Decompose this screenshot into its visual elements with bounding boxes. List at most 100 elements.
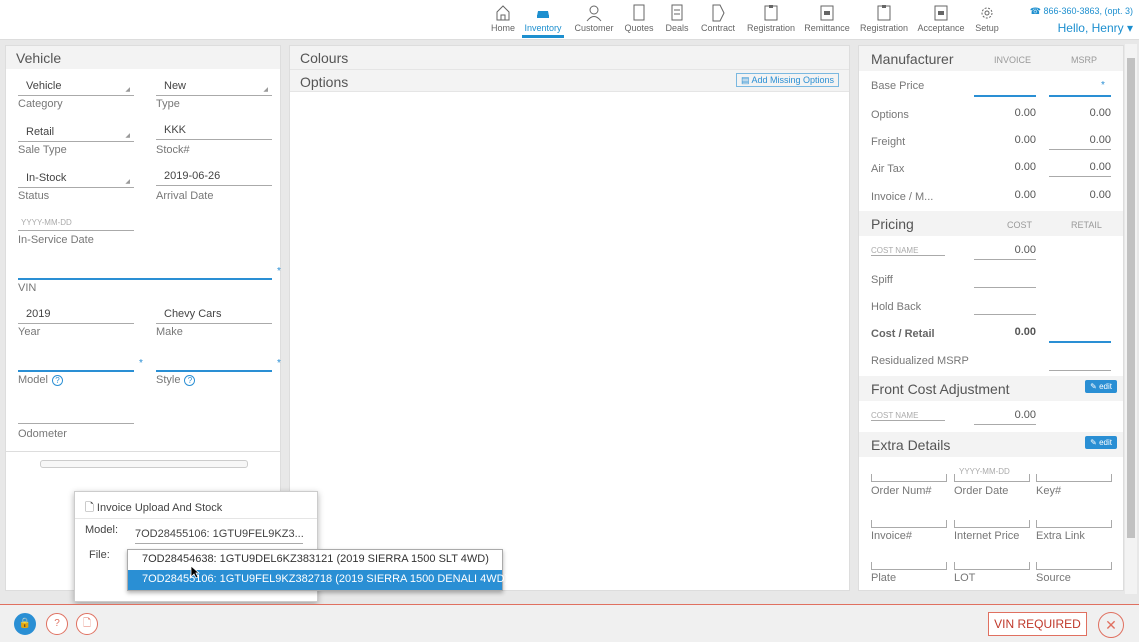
car-icon	[537, 11, 549, 18]
nav-registration-2[interactable]: Registration	[858, 2, 910, 38]
document-icon: 🗋	[82, 618, 92, 629]
base-price-row: Base Price *	[859, 72, 1123, 99]
help-button[interactable]: ?	[46, 613, 68, 635]
colours-title[interactable]: Colours	[290, 46, 849, 69]
base-price-msrp-input[interactable]	[1049, 90, 1111, 97]
help-icon[interactable]: ?	[51, 375, 63, 386]
customer-icon	[586, 5, 602, 22]
nav-contract[interactable]: Contract	[700, 2, 736, 38]
hold-back-input[interactable]	[974, 299, 1036, 315]
top-navigation-bar: Home Inventory Customer Quotes Deals Con…	[0, 0, 1139, 40]
stock-field[interactable]: KKK Stock#	[156, 124, 272, 156]
close-button[interactable]: ✕	[1098, 612, 1124, 638]
add-missing-options-button[interactable]: ▤ Add Missing Options	[735, 73, 839, 87]
plate-input[interactable]	[871, 562, 947, 570]
category-field[interactable]: Vehicle ◢ Category	[18, 80, 134, 110]
model-dropdown-list: 7OD28454638: 1GTU9DEL6KZ383121 (2019 SIE…	[127, 549, 508, 591]
scrollbar-thumb[interactable]	[1127, 58, 1135, 538]
retail-input[interactable]	[1049, 336, 1111, 343]
pricing-panel: Manufacturer INVOICE MSRP Base Price * O…	[858, 45, 1124, 591]
status-field[interactable]: In-Stock ◢ Status	[18, 172, 134, 202]
sale-type-field[interactable]: Retail ◢ Sale Type	[18, 126, 134, 156]
internet-price-input[interactable]	[954, 520, 1030, 528]
make-field[interactable]: Chevy Cars Make	[156, 308, 272, 338]
base-price-invoice-input[interactable]	[974, 90, 1036, 97]
in-service-date-field[interactable]: YYYY-MM-DD In-Service Date	[18, 218, 134, 246]
arrival-date-field[interactable]: 2019-06-26 Arrival Date	[156, 170, 272, 202]
nav-deals[interactable]: Deals	[664, 2, 690, 38]
manufacturer-header: Manufacturer INVOICE MSRP	[859, 46, 1123, 71]
nav-registration[interactable]: Registration	[745, 2, 797, 38]
extra-link-input[interactable]	[1036, 520, 1112, 528]
pencil-icon: ✎	[1090, 438, 1100, 447]
nav-setup[interactable]: Setup	[974, 2, 1000, 38]
registration-icon	[877, 5, 891, 21]
mouse-cursor-icon	[190, 565, 200, 579]
divider	[6, 451, 280, 452]
dropdown-arrow-icon: ◢	[125, 87, 130, 93]
dropdown-arrow-icon: ◢	[125, 133, 130, 139]
invoice-upload-button[interactable]: 🗋	[76, 613, 98, 635]
acceptance-icon	[934, 5, 948, 21]
close-icon: ✕	[1105, 617, 1117, 633]
model-field[interactable]: Model?	[18, 356, 134, 386]
residualized-input[interactable]	[1049, 361, 1111, 371]
cost-retail-row: Cost / Retail 0.00	[859, 320, 1123, 347]
help-icon[interactable]: ?	[184, 375, 196, 386]
nav-acceptance[interactable]: Acceptance	[916, 2, 966, 38]
required-marker: *	[277, 358, 281, 369]
lot-input[interactable]	[954, 562, 1030, 570]
contract-icon	[712, 4, 725, 22]
deals-icon	[671, 4, 683, 21]
front-cost-value-input[interactable]: 0.00	[974, 409, 1036, 425]
source-input[interactable]	[1036, 562, 1112, 570]
phone-number: ☎ 866-360-3863, (opt. 3)	[1029, 6, 1133, 16]
type-field[interactable]: New ◢ Type	[156, 80, 272, 110]
cost-value-input[interactable]: 0.00	[974, 244, 1036, 260]
user-menu[interactable]: Hello, Henry ▾	[1058, 21, 1133, 35]
document-icon: 🗋	[85, 502, 97, 514]
popup-title: 🗋 Invoice Upload And Stock	[85, 502, 223, 514]
remittance-icon	[820, 5, 834, 21]
dropdown-option-selected[interactable]: 7OD28455106: 1GTU9FEL9KZ382718 (2019 SIE…	[128, 570, 508, 590]
nav-customer[interactable]: Customer	[574, 2, 614, 38]
order-num-input[interactable]	[871, 474, 947, 482]
list-icon: ▤	[740, 75, 752, 85]
key-input[interactable]	[1036, 474, 1112, 482]
style-field[interactable]: Style?	[156, 356, 272, 386]
extra-details-edit-button[interactable]: ✎ edit	[1085, 436, 1117, 449]
invoice-num-input[interactable]	[871, 520, 947, 528]
dropdown-option[interactable]: 7OD28454638: 1GTU9DEL6KZ383121 (2019 SIE…	[128, 550, 502, 570]
order-date-input[interactable]	[954, 474, 1030, 482]
pencil-icon: ✎	[1090, 382, 1100, 391]
residualized-msrp-row: Residualized MSRP	[859, 347, 1123, 374]
nav-remittance[interactable]: Remittance	[804, 2, 850, 38]
nav-inventory[interactable]: Inventory	[522, 2, 564, 38]
year-field[interactable]: 2019 Year	[18, 308, 134, 338]
nav-home[interactable]: Home	[490, 2, 516, 38]
odometer-field[interactable]: Odometer	[18, 408, 134, 440]
options-panel: Colours Options ▤ Add Missing Options	[289, 45, 850, 591]
front-cost-edit-button[interactable]: ✎ edit	[1085, 380, 1117, 393]
vin-field[interactable]: VIN	[18, 264, 272, 294]
nav-quotes[interactable]: Quotes	[624, 2, 654, 38]
freight-msrp-input[interactable]: 0.00	[1049, 134, 1111, 150]
scrollbar[interactable]	[1125, 44, 1137, 594]
required-marker: *	[139, 358, 143, 369]
dropdown-arrow-icon: ◢	[125, 179, 130, 185]
gear-icon	[981, 7, 993, 19]
registration-icon	[764, 5, 778, 21]
vin-required-button[interactable]: VIN REQUIRED	[988, 612, 1087, 636]
hold-back-row: Hold Back	[859, 293, 1123, 320]
cost-name-row: COST NAME 0.00	[859, 238, 1123, 265]
cost-name-input[interactable]: COST NAME	[871, 246, 945, 256]
extra-details-header: Extra Details ✎ edit	[859, 432, 1123, 457]
air-tax-msrp-input[interactable]: 0.00	[1049, 161, 1111, 177]
spiff-input[interactable]	[974, 272, 1036, 288]
required-marker: *	[277, 266, 281, 277]
model-select[interactable]: 7OD28455106: 1GTU9FEL9KZ3...◢	[135, 528, 303, 544]
lock-button[interactable]: 🔒	[14, 613, 36, 635]
options-row: Options 0.00 0.00	[871, 107, 1111, 121]
front-cost-name-input[interactable]: COST NAME	[871, 411, 945, 421]
lock-icon: 🔒	[18, 618, 32, 629]
